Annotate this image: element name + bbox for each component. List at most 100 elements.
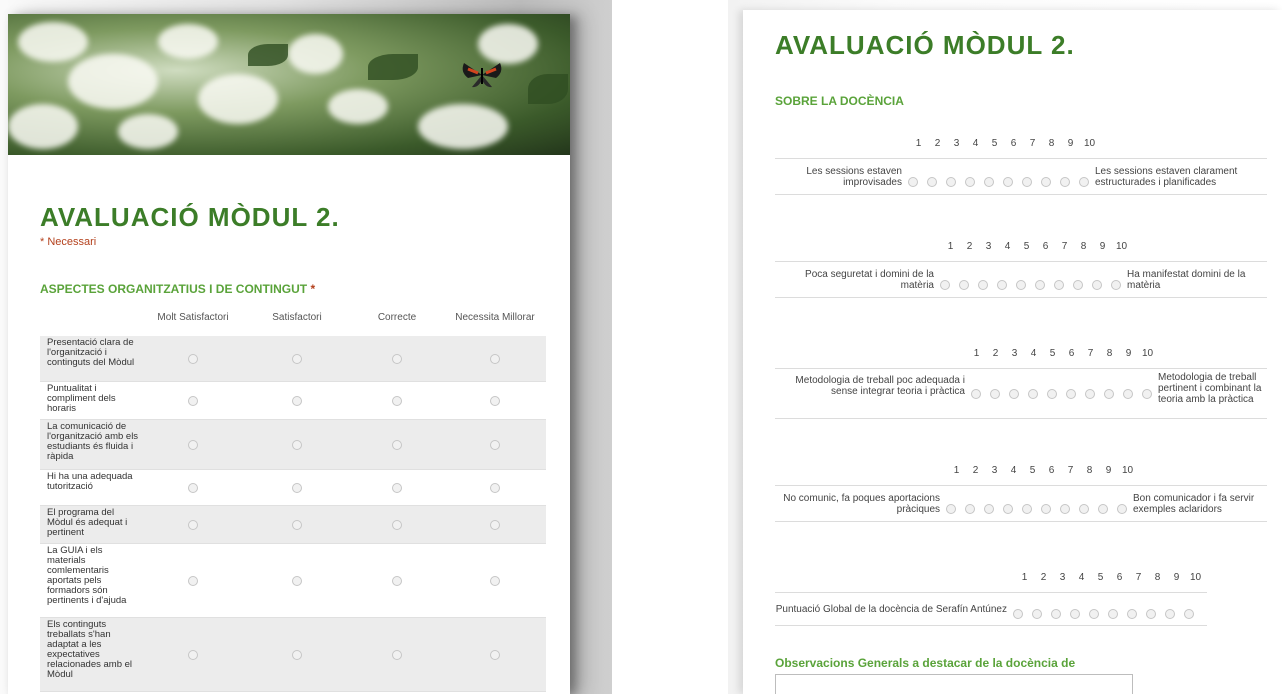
radio-option[interactable] (1069, 609, 1080, 619)
radio-option[interactable] (392, 575, 402, 586)
required-note: * Necessari (40, 236, 97, 248)
scale-number: 2 (934, 138, 941, 149)
radio-option[interactable] (1034, 280, 1045, 290)
radio-option[interactable] (1040, 504, 1051, 514)
radio-option[interactable] (1122, 389, 1133, 399)
radio-option[interactable] (1183, 609, 1194, 619)
grid-row: El programa del Mòdul és adequat i perti… (40, 506, 546, 544)
divider (775, 592, 1207, 593)
radio-option[interactable] (945, 504, 956, 514)
radio-option[interactable] (1097, 504, 1108, 514)
radio-option[interactable] (392, 395, 402, 406)
radio-option[interactable] (926, 177, 937, 187)
divider (775, 297, 1267, 298)
divider (775, 194, 1267, 195)
radio-option[interactable] (970, 389, 981, 399)
radio-option[interactable] (188, 575, 198, 586)
scale-high-label: Ha manifestat domini de la matèria (1127, 269, 1246, 291)
radio-option[interactable] (292, 575, 302, 586)
radio-option[interactable] (490, 649, 500, 660)
observations-input[interactable] (775, 674, 1133, 694)
radio-option[interactable] (1078, 504, 1089, 514)
scale-number: 5 (1049, 348, 1056, 359)
radio-option[interactable] (188, 649, 198, 660)
scale-low-label: Puntuació Global de la docència de Seraf… (775, 604, 1007, 615)
radio-option[interactable] (996, 280, 1007, 290)
radio-option[interactable] (1015, 280, 1026, 290)
radio-option[interactable] (1027, 389, 1038, 399)
radio-option[interactable] (188, 482, 198, 493)
radio-option[interactable] (188, 439, 198, 450)
scale-number: 5 (1023, 241, 1030, 252)
radio-option[interactable] (1002, 177, 1013, 187)
radio-option[interactable] (292, 482, 302, 493)
radio-option[interactable] (989, 389, 1000, 399)
radio-option[interactable] (1065, 389, 1076, 399)
radio-option[interactable] (1091, 280, 1102, 290)
radio-option[interactable] (907, 177, 918, 187)
radio-option[interactable] (964, 177, 975, 187)
radio-option[interactable] (939, 280, 950, 290)
radio-option[interactable] (1103, 389, 1114, 399)
radio-option[interactable] (1031, 609, 1042, 619)
radio-option[interactable] (1008, 389, 1019, 399)
radio-option[interactable] (1110, 280, 1121, 290)
grid-row: Presentació clara de l'organització i co… (40, 336, 546, 382)
radio-option[interactable] (964, 504, 975, 514)
radio-option[interactable] (392, 649, 402, 660)
radio-option[interactable] (292, 439, 302, 450)
radio-option[interactable] (1002, 504, 1013, 514)
radio-option[interactable] (188, 395, 198, 406)
radio-option[interactable] (1084, 389, 1095, 399)
grid-body: Presentació clara de l'organització i co… (40, 336, 546, 692)
column-header: Necessita Millorar (455, 312, 535, 323)
radio-option[interactable] (392, 439, 402, 450)
radio-option[interactable] (1107, 609, 1118, 619)
radio-option[interactable] (292, 519, 302, 530)
divider (775, 261, 1267, 262)
radio-option[interactable] (1141, 389, 1152, 399)
radio-option[interactable] (1059, 177, 1070, 187)
radio-option[interactable] (1072, 280, 1083, 290)
radio-option[interactable] (292, 395, 302, 406)
scale-number: 5 (991, 138, 998, 149)
radio-option[interactable] (1021, 177, 1032, 187)
section-title: ASPECTES ORGANITZATIUS I DE CONTINGUT * (40, 282, 315, 296)
radio-option[interactable] (490, 519, 500, 530)
radio-option[interactable] (490, 353, 500, 364)
radio-option[interactable] (490, 575, 500, 586)
radio-option[interactable] (983, 177, 994, 187)
scale-number: 3 (985, 241, 992, 252)
radio-option[interactable] (958, 280, 969, 290)
observations-label: Observacions Generals a destacar de la d… (775, 656, 1076, 670)
radio-option[interactable] (1053, 280, 1064, 290)
radio-option[interactable] (292, 649, 302, 660)
scale-number: 4 (1030, 348, 1037, 359)
radio-option[interactable] (1126, 609, 1137, 619)
radio-option[interactable] (392, 482, 402, 493)
radio-option[interactable] (490, 482, 500, 493)
radio-option[interactable] (1145, 609, 1156, 619)
radio-option[interactable] (1021, 504, 1032, 514)
radio-option[interactable] (983, 504, 994, 514)
radio-option[interactable] (977, 280, 988, 290)
radio-option[interactable] (490, 395, 500, 406)
radio-option[interactable] (1059, 504, 1070, 514)
radio-option[interactable] (945, 177, 956, 187)
radio-option[interactable] (1046, 389, 1057, 399)
radio-option[interactable] (188, 353, 198, 364)
radio-option[interactable] (1164, 609, 1175, 619)
radio-option[interactable] (188, 519, 198, 530)
scale-number: 8 (1154, 572, 1161, 583)
radio-option[interactable] (392, 519, 402, 530)
radio-option[interactable] (292, 353, 302, 364)
radio-option[interactable] (1116, 504, 1127, 514)
radio-option[interactable] (1040, 177, 1051, 187)
radio-option[interactable] (1088, 609, 1099, 619)
scale-number: 6 (1010, 138, 1017, 149)
radio-option[interactable] (392, 353, 402, 364)
radio-option[interactable] (1078, 177, 1089, 187)
radio-option[interactable] (490, 439, 500, 450)
radio-option[interactable] (1050, 609, 1061, 619)
radio-option[interactable] (1012, 609, 1023, 619)
